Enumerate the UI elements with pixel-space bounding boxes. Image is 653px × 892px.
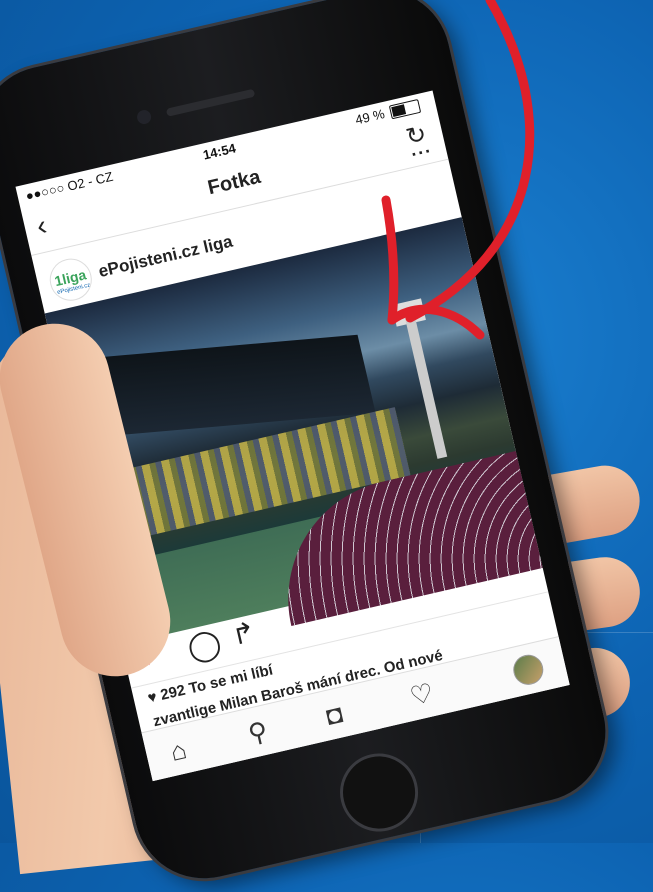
annotation-arrow (381, 0, 535, 340)
